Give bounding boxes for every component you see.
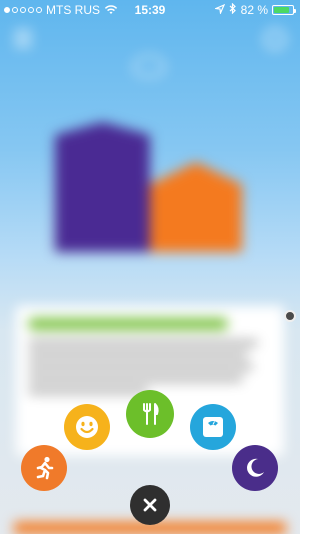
moon-icon	[247, 458, 264, 477]
calories-house-shape	[150, 162, 242, 252]
status-bar: MTS RUS 15:39 82 %	[0, 0, 300, 20]
add-activity-button[interactable]	[21, 445, 67, 491]
tracker-icon	[133, 55, 165, 77]
tip-card-title-blurred	[28, 318, 228, 330]
add-mood-button[interactable]	[64, 404, 110, 450]
scroll-indicator	[284, 310, 296, 322]
running-person-icon	[36, 456, 54, 480]
scale-icon	[203, 417, 223, 437]
location-arrow-icon	[213, 3, 225, 17]
tip-card-text-line	[28, 352, 248, 358]
add-sleep-button[interactable]	[232, 445, 278, 491]
bluetooth-icon	[229, 2, 237, 17]
settings-icon	[264, 28, 286, 50]
tip-card-text-line	[28, 364, 253, 370]
tip-card-text-line	[28, 388, 148, 394]
close-menu-button[interactable]	[130, 485, 170, 525]
tip-card-text-line	[28, 376, 243, 382]
menu-icon	[14, 30, 32, 48]
battery-icon	[272, 5, 296, 15]
battery-percent: 82 %	[240, 3, 268, 17]
close-icon	[143, 498, 157, 512]
add-food-button[interactable]	[126, 390, 174, 438]
tip-card-text-line	[28, 340, 258, 346]
steps-house-shape	[55, 122, 150, 252]
smiley-face-icon	[76, 416, 98, 438]
add-weight-button[interactable]	[190, 404, 236, 450]
battery-level-fill	[274, 7, 289, 13]
fork-knife-icon	[143, 403, 159, 425]
app-screen: MTS RUS 15:39 82 %	[0, 0, 300, 534]
